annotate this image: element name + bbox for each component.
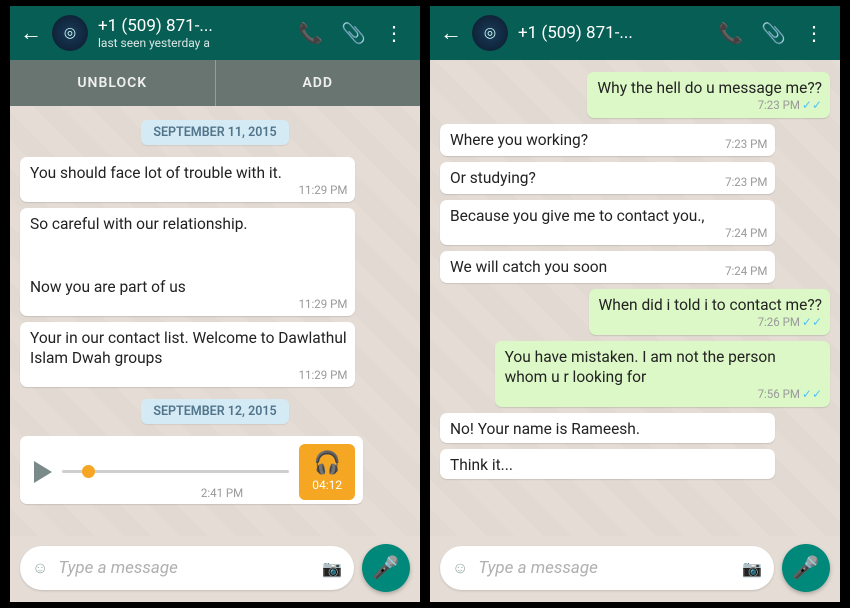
message-in[interactable]: Or studying? 7:23 PM	[440, 162, 775, 194]
headphones-icon: 🎧	[313, 451, 340, 476]
chat-screen-left: ← ◎ +1 (509) 871-... last seen yesterday…	[10, 6, 420, 602]
read-ticks-icon: ✓✓	[802, 315, 822, 329]
app-header: ← ◎ +1 (509) 871-... last seen yesterday…	[10, 6, 420, 60]
message-time: 7:24 PM	[719, 226, 767, 241]
app-header: ← ◎ +1 (509) 871-... 📞 📎 ⋮	[430, 6, 840, 60]
date-separator: SEPTEMBER 11, 2015	[141, 120, 288, 145]
message-text: Or studying?	[450, 168, 536, 190]
message-input[interactable]: ☺ Type a message 📷	[20, 546, 354, 590]
camera-icon[interactable]: 📷	[742, 559, 762, 578]
overflow-icon[interactable]: ⋮	[384, 21, 404, 45]
mic-button[interactable]: 🎤	[782, 544, 830, 592]
input-placeholder: Type a message	[58, 558, 312, 578]
message-time: 2:41 PM	[195, 486, 243, 500]
message-text: When did i told i to contact me??	[599, 295, 822, 317]
mic-button[interactable]: 🎤	[362, 544, 410, 592]
attach-icon[interactable]: 📎	[341, 21, 366, 45]
message-text: Why the hell do u message me??	[597, 78, 822, 100]
avatar[interactable]: ◎	[52, 15, 88, 51]
last-seen: last seen yesterday a	[98, 36, 288, 50]
voice-knob[interactable]	[82, 465, 95, 478]
message-out[interactable]: When did i told i to contact me?? 7:26 P…	[589, 289, 830, 335]
message-text: No! Your name is Rameesh.	[450, 420, 640, 440]
message-text: Where you working?	[450, 130, 588, 152]
header-title-block[interactable]: +1 (509) 871-... last seen yesterday a	[98, 16, 288, 50]
date-separator: SEPTEMBER 12, 2015	[141, 399, 288, 424]
message-text: Now you are part of us	[30, 277, 347, 299]
message-text: You should face lot of trouble with it.	[30, 163, 347, 185]
back-icon[interactable]: ←	[20, 20, 42, 46]
message-time: 7:24 PM	[719, 264, 767, 279]
read-ticks-icon: ✓✓	[802, 387, 822, 401]
message-time: 7:56 PM	[758, 387, 800, 401]
voice-avatar-badge: 🎧 04:12	[299, 444, 355, 500]
message-time: 7:23 PM	[758, 98, 800, 112]
message-in[interactable]: You should face lot of trouble with it. …	[20, 157, 355, 202]
input-bar: ☺ Type a message 📷 🎤	[10, 536, 420, 602]
message-time: 11:29 PM	[293, 297, 348, 312]
voice-duration: 04:12	[312, 478, 342, 492]
back-icon[interactable]: ←	[440, 20, 462, 46]
message-text: Because you give me to contact you.,	[450, 206, 767, 228]
attach-icon[interactable]: 📎	[761, 21, 786, 45]
input-placeholder: Type a message	[478, 558, 732, 578]
message-in[interactable]: Because you give me to contact you., 7:2…	[440, 200, 775, 245]
call-icon[interactable]: 📞	[718, 21, 743, 45]
chat-scroll[interactable]: Why the hell do u message me?? 7:23 PM✓✓…	[430, 60, 840, 536]
message-time: 11:29 PM	[293, 183, 348, 198]
message-text: So careful with our relationship.	[30, 214, 347, 236]
avatar[interactable]: ◎	[472, 15, 508, 51]
action-bar: UNBLOCK ADD	[10, 60, 420, 106]
add-button[interactable]: ADD	[216, 60, 421, 106]
message-in[interactable]: Your in our contact list. Welcome to Daw…	[20, 322, 355, 387]
play-icon[interactable]	[34, 461, 52, 483]
message-in[interactable]: We will catch you soon 7:24 PM	[440, 251, 775, 283]
read-ticks-icon: ✓✓	[802, 98, 822, 112]
message-out[interactable]: You have mistaken. I am not the person w…	[495, 341, 830, 407]
message-in[interactable]: So careful with our relationship. Now yo…	[20, 208, 355, 316]
voice-track[interactable]	[62, 470, 289, 473]
message-time: 11:29 PM	[293, 368, 348, 383]
message-out[interactable]: Why the hell do u message me?? 7:23 PM✓✓	[587, 72, 830, 118]
message-text: Your in our contact list. Welcome to Daw…	[30, 328, 347, 370]
input-bar: ☺ Type a message 📷 🎤	[430, 536, 840, 602]
unblock-button[interactable]: UNBLOCK	[10, 60, 216, 106]
contact-name: +1 (509) 871-...	[518, 23, 708, 43]
message-text: Think it...	[450, 456, 513, 476]
message-in[interactable]: No! Your name is Rameesh.	[440, 413, 775, 443]
message-in[interactable]: Where you working? 7:23 PM	[440, 124, 775, 156]
message-in[interactable]: Think it...	[440, 449, 775, 479]
message-text: We will catch you soon	[450, 257, 607, 279]
call-icon[interactable]: 📞	[298, 21, 323, 45]
contact-name: +1 (509) 871-...	[98, 16, 288, 36]
emoji-icon[interactable]: ☺	[452, 558, 468, 578]
emoji-icon[interactable]: ☺	[32, 558, 48, 578]
message-time: 7:23 PM	[719, 175, 767, 190]
header-title-block[interactable]: +1 (509) 871-...	[518, 23, 708, 43]
message-time: 7:26 PM	[758, 315, 800, 329]
camera-icon[interactable]: 📷	[322, 559, 342, 578]
message-time: 7:23 PM	[719, 137, 767, 152]
message-input[interactable]: ☺ Type a message 📷	[440, 546, 774, 590]
chat-scroll[interactable]: SEPTEMBER 11, 2015 You should face lot o…	[10, 106, 420, 536]
chat-screen-right: ← ◎ +1 (509) 871-... 📞 📎 ⋮ Why the hell …	[430, 6, 840, 602]
voice-message[interactable]: 🎧 04:12 2:41 PM	[20, 436, 363, 504]
overflow-icon[interactable]: ⋮	[804, 21, 824, 45]
message-text: You have mistaken. I am not the person w…	[505, 347, 822, 389]
